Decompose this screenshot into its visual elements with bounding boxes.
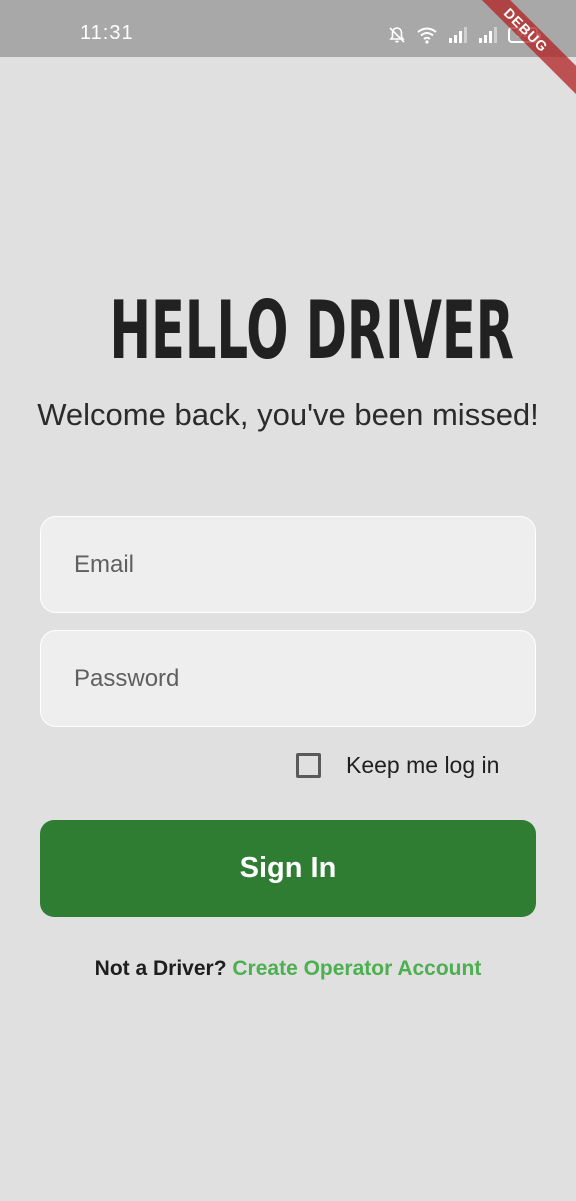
password-field[interactable] [40, 630, 536, 727]
page-title: HELLO DRIVER [109, 284, 514, 377]
sign-in-button[interactable]: Sign In [40, 820, 536, 917]
keep-logged-in-checkbox[interactable] [296, 752, 321, 778]
keep-logged-in-label[interactable]: Keep me log in [346, 752, 499, 779]
wifi-icon [416, 26, 438, 44]
keep-logged-in-row: Keep me log in [296, 749, 499, 781]
not-a-driver-text: Not a Driver? [94, 957, 227, 980]
mute-bell-icon [388, 26, 406, 44]
page-subtitle: Welcome back, you've been missed! [37, 397, 539, 432]
email-field[interactable] [40, 516, 536, 613]
footer: Not a Driver? Create Operator Account [0, 957, 576, 981]
signal-icon [478, 26, 498, 44]
status-time: 11:31 [80, 22, 134, 44]
create-operator-account-link[interactable]: Create Operator Account [232, 957, 481, 980]
signal-icon [448, 26, 468, 44]
